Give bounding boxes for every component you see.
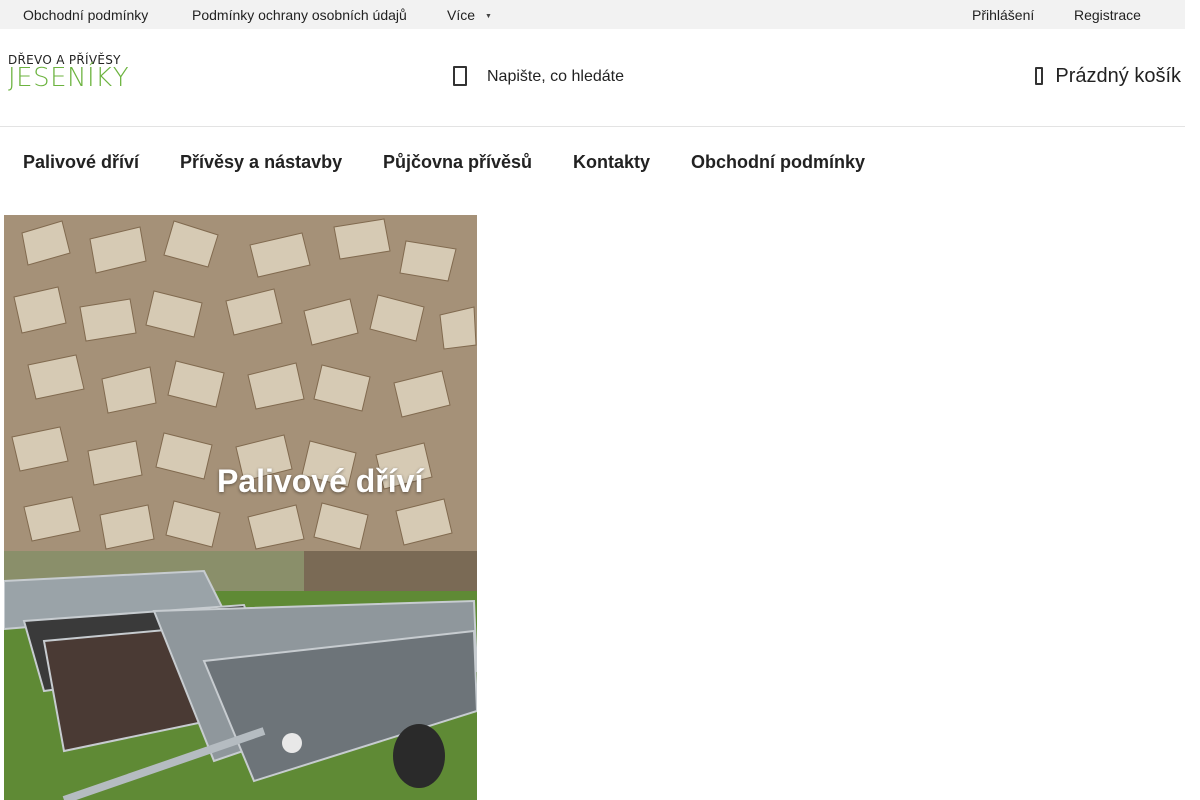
cart-icon bbox=[1035, 67, 1044, 85]
site-logo[interactable]: DŘEVO A PŘÍVĚSY JESENÍKY bbox=[8, 53, 129, 99]
topbar-more-dropdown[interactable]: Více ▼ bbox=[447, 7, 492, 23]
category-tile-trailers[interactable] bbox=[4, 551, 477, 800]
top-bar: Obchodní podmínky Podmínky ochrany osobn… bbox=[0, 0, 1185, 29]
trailers-image bbox=[4, 551, 477, 800]
main-navigation: Palivové dříví Přívěsy a nástavby Půjčov… bbox=[0, 127, 1185, 195]
nav-item-trailers[interactable]: Přívěsy a nástavby bbox=[180, 152, 342, 173]
cart-label: Prázdný košík bbox=[1055, 65, 1181, 87]
register-link[interactable]: Registrace bbox=[1074, 7, 1141, 23]
logo-line-main: JESENÍKY bbox=[8, 63, 130, 93]
search-icon bbox=[453, 66, 467, 86]
chevron-down-icon: ▼ bbox=[485, 12, 492, 20]
tile-caption: Palivové dříví bbox=[217, 463, 424, 499]
login-link[interactable]: Přihlášení bbox=[972, 7, 1034, 23]
nav-item-trailer-rental[interactable]: Půjčovna přívěsů bbox=[383, 152, 532, 173]
search-placeholder: Napište, co hledáte bbox=[487, 68, 624, 85]
nav-item-terms[interactable]: Obchodní podmínky bbox=[691, 152, 865, 173]
search-input[interactable]: Napište, co hledáte bbox=[453, 63, 753, 91]
topbar-link-terms[interactable]: Obchodní podmínky bbox=[23, 7, 148, 23]
topbar-link-privacy[interactable]: Podmínky ochrany osobních údajů bbox=[192, 7, 407, 23]
firewood-image bbox=[4, 215, 477, 551]
site-header: DŘEVO A PŘÍVĚSY JESENÍKY Napište, co hle… bbox=[0, 29, 1185, 127]
more-label: Více bbox=[447, 7, 476, 23]
cart-button[interactable]: Prázdný košík bbox=[1035, 63, 1181, 91]
category-tile-firewood[interactable]: Palivové dříví bbox=[4, 215, 477, 551]
nav-item-firewood[interactable]: Palivové dříví bbox=[23, 152, 139, 173]
nav-item-contacts[interactable]: Kontakty bbox=[573, 152, 650, 173]
